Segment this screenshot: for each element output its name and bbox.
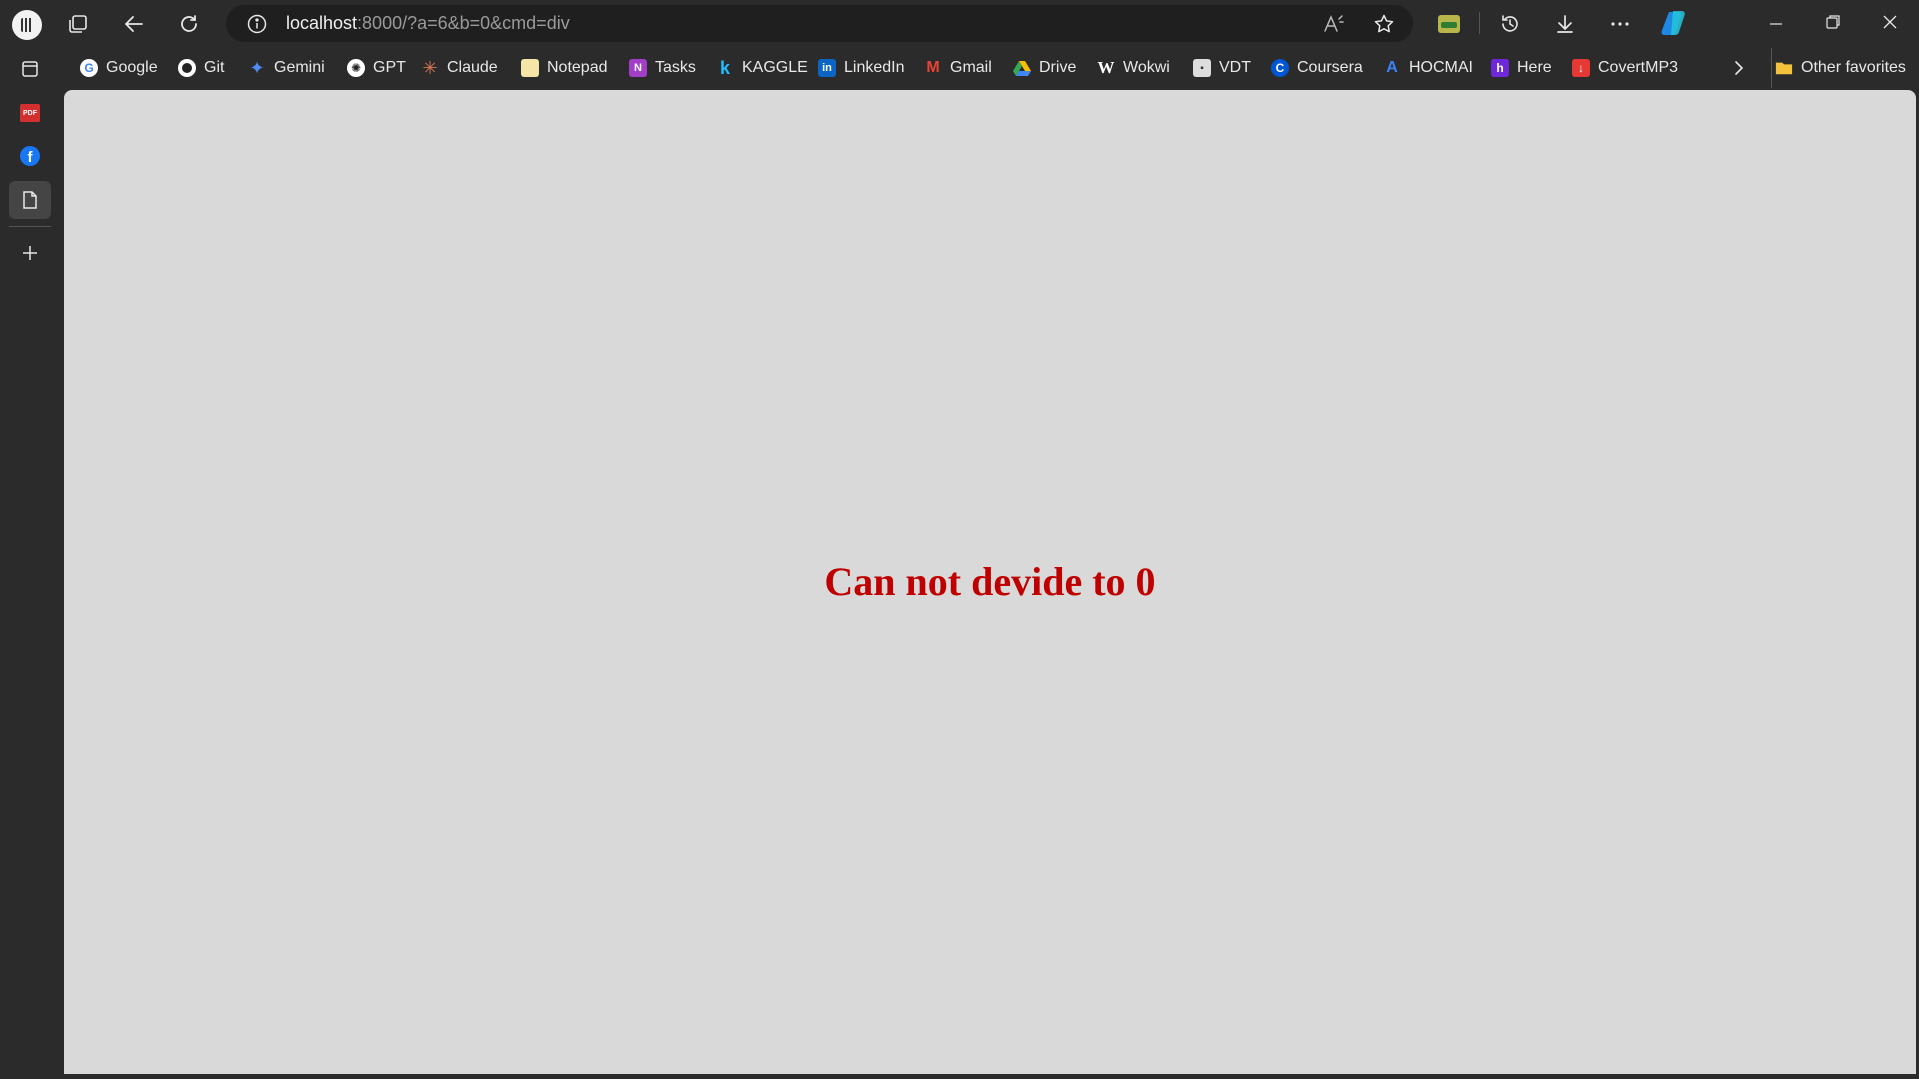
- browser-window: localhost:8000/?a=6&b=0&cmd=div G Google…: [0, 0, 1919, 1079]
- facebook-icon: f: [20, 146, 40, 166]
- pdf-icon: PDF: [20, 104, 40, 122]
- github-icon: [178, 59, 196, 77]
- restore-button[interactable]: [1819, 8, 1847, 36]
- site-info-icon[interactable]: [246, 13, 268, 40]
- title-bar: localhost:8000/?a=6&b=0&cmd=div: [0, 0, 1919, 47]
- bookmark-label: Git: [204, 59, 225, 76]
- bookmark-label: Tasks: [655, 59, 696, 76]
- notepad-icon: [521, 59, 539, 77]
- copilot-icon[interactable]: [1658, 7, 1690, 39]
- bookmark-gemini[interactable]: ✦ Gemini: [248, 56, 325, 80]
- vertical-sidebar: PDF f: [0, 48, 62, 1079]
- bookmark-here[interactable]: h Here: [1491, 56, 1552, 80]
- folder-icon: [1775, 59, 1793, 77]
- drive-icon: [1013, 59, 1031, 77]
- hocmai-icon: A: [1386, 59, 1398, 76]
- refresh-button[interactable]: [175, 10, 203, 38]
- profile-icon: [21, 18, 33, 32]
- other-favorites-folder[interactable]: Other favorites: [1775, 56, 1906, 80]
- read-aloud-icon[interactable]: [1323, 14, 1345, 39]
- bookmark-notepad[interactable]: Notepad: [521, 56, 608, 80]
- close-button[interactable]: [1876, 8, 1904, 36]
- bookmark-gmail[interactable]: M Gmail: [924, 56, 992, 80]
- bookmark-label: Wokwi: [1123, 59, 1170, 76]
- linkedin-icon: in: [818, 59, 836, 77]
- bookmark-git[interactable]: Git: [178, 56, 224, 80]
- page-content: Can not devide to 0: [64, 90, 1916, 1074]
- here-icon: h: [1491, 59, 1509, 77]
- bookmark-label: Coursera: [1297, 59, 1363, 76]
- other-favorites-label: Other favorites: [1801, 59, 1906, 76]
- url-text[interactable]: localhost:8000/?a=6&b=0&cmd=div: [286, 5, 570, 42]
- sidebar-divider: [9, 226, 51, 227]
- bookmarks-separator: [1771, 48, 1772, 88]
- bookmark-label: GPT: [373, 59, 406, 76]
- sidebar-facebook-icon[interactable]: f: [9, 137, 51, 175]
- favorite-star-icon[interactable]: [1373, 13, 1395, 40]
- coursera-icon: C: [1271, 59, 1289, 77]
- workspaces-icon[interactable]: [64, 10, 92, 38]
- url-path: :8000/?a=6&b=0&cmd=div: [357, 13, 570, 33]
- google-icon: G: [80, 59, 98, 77]
- bookmarks-bar: G Google Git ✦ Gemini ✺ GPT ✳ Claude Not…: [64, 48, 1919, 88]
- bookmark-label: Drive: [1039, 59, 1077, 76]
- bookmark-linkedin[interactable]: in LinkedIn: [818, 56, 905, 80]
- bookmark-label: Claude: [447, 59, 498, 76]
- address-bar[interactable]: localhost:8000/?a=6&b=0&cmd=div: [226, 5, 1413, 42]
- extension-icon[interactable]: [1436, 11, 1462, 37]
- error-message: Can not devide to 0: [824, 559, 1156, 604]
- toolbar-separator: [1479, 12, 1480, 34]
- bookmark-label: CovertMP3: [1598, 59, 1679, 76]
- bookmark-coursera[interactable]: C Coursera: [1271, 56, 1363, 80]
- bookmark-label: Here: [1517, 59, 1552, 76]
- url-host: localhost: [286, 13, 358, 33]
- kaggle-icon: k: [719, 57, 730, 78]
- bookmark-vdt[interactable]: ▪ VDT: [1193, 56, 1251, 80]
- back-button[interactable]: [120, 10, 148, 38]
- claude-icon: ✳: [422, 57, 438, 78]
- sidebar-current-tab[interactable]: [9, 181, 51, 219]
- bookmark-kaggle[interactable]: k KAGGLE: [716, 56, 808, 80]
- bookmark-gpt[interactable]: ✺ GPT: [347, 56, 406, 80]
- bookmark-tasks[interactable]: N Tasks: [629, 56, 696, 80]
- bookmark-label: Gemini: [274, 59, 325, 76]
- history-icon[interactable]: [1496, 10, 1524, 38]
- convertmp3-icon: ↓: [1572, 59, 1590, 77]
- bookmark-label: KAGGLE: [742, 59, 808, 76]
- wokwi-icon: W: [1097, 58, 1115, 77]
- profile-avatar[interactable]: [12, 10, 42, 40]
- bookmark-covertmp3[interactable]: ↓ CovertMP3: [1572, 56, 1678, 80]
- gmail-icon: M: [926, 59, 940, 76]
- more-bookmarks-chevron-icon[interactable]: [1732, 56, 1746, 80]
- bookmark-hocmai[interactable]: A HOCMAI: [1383, 56, 1473, 80]
- bookmark-label: Gmail: [950, 59, 992, 76]
- more-options-icon[interactable]: [1606, 10, 1634, 38]
- downloads-icon[interactable]: [1551, 10, 1579, 38]
- bookmark-google[interactable]: G Google: [80, 56, 158, 80]
- bookmark-drive[interactable]: Drive: [1013, 56, 1076, 80]
- bookmark-label: Notepad: [547, 59, 608, 76]
- openai-icon: ✺: [347, 59, 365, 77]
- bookmark-claude[interactable]: ✳ Claude: [421, 56, 498, 80]
- vdt-icon: ▪: [1193, 59, 1211, 77]
- new-tab-plus-icon[interactable]: [9, 234, 51, 272]
- bookmark-label: LinkedIn: [844, 59, 905, 76]
- gemini-icon: ✦: [249, 57, 265, 78]
- sidebar-pdf-icon[interactable]: PDF: [9, 94, 51, 132]
- bookmark-label: HOCMAI: [1409, 59, 1473, 76]
- bookmark-label: VDT: [1219, 59, 1251, 76]
- onenote-icon: N: [629, 59, 647, 77]
- bookmark-label: Google: [106, 59, 158, 76]
- page-icon: [23, 191, 37, 209]
- sidebar-tabs-icon[interactable]: [9, 50, 51, 88]
- minimize-button[interactable]: [1762, 10, 1790, 38]
- bookmark-wokwi[interactable]: W Wokwi: [1097, 56, 1170, 80]
